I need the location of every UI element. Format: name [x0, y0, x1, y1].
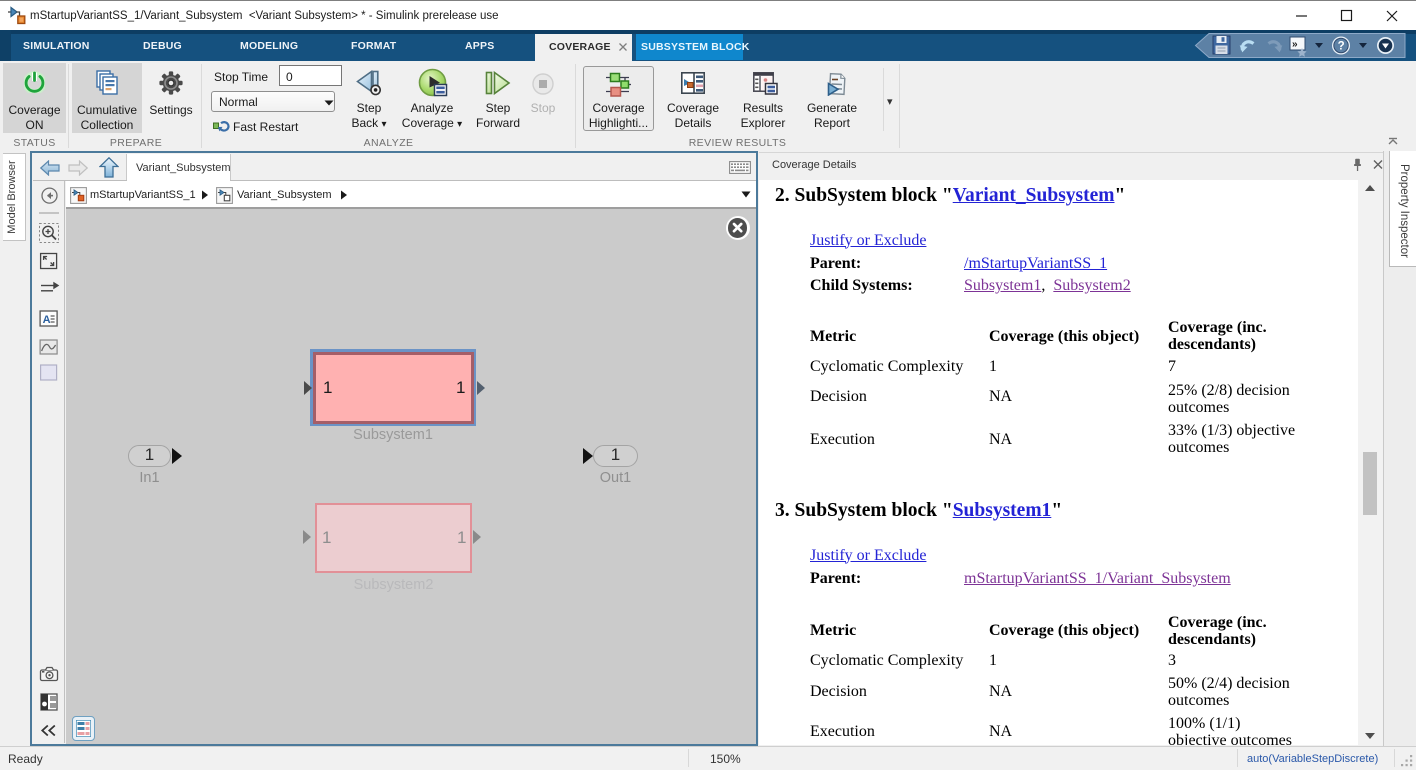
svg-text:?: ?	[1338, 41, 1345, 53]
svg-text:»: »	[1292, 39, 1298, 50]
svg-text:A: A	[43, 314, 51, 326]
